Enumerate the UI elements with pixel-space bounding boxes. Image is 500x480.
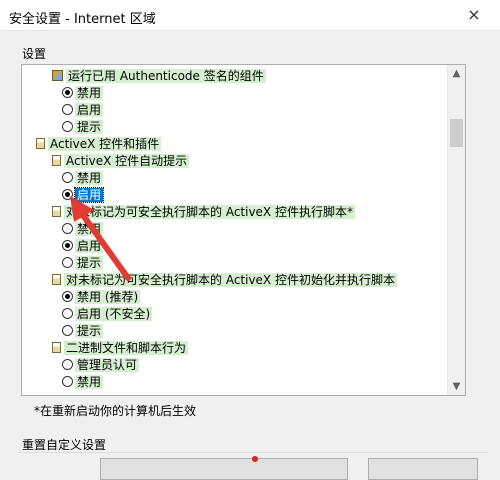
tree-item-label: 运行已用 Authenticode 签名的组件: [66, 69, 266, 83]
chevron-up-icon[interactable]: ▲: [448, 65, 465, 82]
setting-folder-icon: [36, 138, 45, 149]
tree-item-label: 提示: [75, 256, 104, 270]
tree-item-label: 启用: [73, 187, 105, 203]
tree-item-label: 提示: [75, 120, 104, 134]
radio-unchecked-icon[interactable]: [62, 376, 73, 387]
radio-option[interactable]: 禁用: [62, 221, 104, 238]
title-bar: 安全设置 - Internet 区域 ×: [0, 0, 500, 31]
tree-item-label: 对未标记为可安全执行脚本的 ActiveX 控件执行脚本*: [64, 205, 355, 219]
tree-item-label: 禁用: [75, 375, 104, 389]
radio-option[interactable]: 启用: [62, 102, 104, 119]
tree-item-label: 禁用: [75, 86, 104, 100]
tree-item-label: 禁用: [75, 222, 104, 236]
radio-option[interactable]: 管理员认可: [62, 357, 140, 374]
window-title: 安全设置 - Internet 区域: [9, 12, 156, 27]
tree-item-label: ActiveX 控件自动提示: [64, 154, 190, 168]
radio-unchecked-icon[interactable]: [62, 121, 73, 132]
radio-unchecked-icon[interactable]: [62, 359, 73, 370]
tree-item-label: 启用: [75, 239, 104, 253]
vertical-scrollbar[interactable]: ▲ ▼: [447, 65, 465, 395]
radio-option[interactable]: 禁用: [62, 85, 104, 102]
radio-option[interactable]: 提示: [62, 119, 104, 136]
settings-group-label: 设置: [22, 47, 47, 61]
radio-option[interactable]: 禁用: [62, 374, 104, 391]
setting-folder-icon: [52, 155, 61, 166]
setting-group[interactable]: 运行已用 Authenticode 签名的组件: [52, 68, 266, 85]
radio-checked-icon[interactable]: [62, 291, 73, 302]
setting-group[interactable]: 对未标记为可安全执行脚本的 ActiveX 控件执行脚本*: [52, 204, 355, 221]
tree-item-label: 启用 (不安全): [75, 307, 153, 321]
reset-button[interactable]: [368, 458, 478, 480]
setting-group[interactable]: ActiveX 控件和插件: [36, 136, 162, 153]
setting-folder-icon: [52, 274, 61, 285]
tree-item-label: 提示: [75, 324, 104, 338]
setting-group[interactable]: 对未标记为可安全执行脚本的 ActiveX 控件初始化并执行脚本: [52, 272, 397, 289]
radio-option[interactable]: 启用: [62, 238, 104, 255]
radio-option[interactable]: 禁用 (推荐): [62, 289, 141, 306]
radio-unchecked-icon[interactable]: [62, 172, 73, 183]
tree-item-label: 二进制文件和脚本行为: [64, 341, 189, 355]
radio-option[interactable]: 提示: [62, 255, 104, 272]
tree-item-label: ActiveX 控件和插件: [48, 137, 162, 151]
settings-tree[interactable]: 运行已用 Authenticode 签名的组件 禁用 启用 提示 ActiveX 控件和…: [21, 64, 466, 396]
setting-folder-icon: [52, 342, 61, 353]
radio-unchecked-icon[interactable]: [62, 104, 73, 115]
radio-option[interactable]: 禁用: [62, 170, 104, 187]
setting-group[interactable]: ActiveX 控件自动提示: [52, 153, 190, 170]
tree-item-label: 禁用: [75, 171, 104, 185]
radio-checked-icon[interactable]: [62, 240, 73, 251]
radio-checked-icon[interactable]: [62, 87, 73, 98]
scrollbar-thumb[interactable]: [450, 119, 463, 147]
radio-unchecked-icon[interactable]: [62, 325, 73, 336]
radio-checked-icon[interactable]: [62, 189, 73, 200]
certificate-icon: [52, 70, 63, 81]
tree-item-label: 禁用 (推荐): [75, 290, 141, 304]
group-divider: [18, 452, 488, 453]
close-button[interactable]: ×: [454, 0, 494, 30]
radio-unchecked-icon[interactable]: [62, 257, 73, 268]
setting-group[interactable]: 二进制文件和脚本行为: [52, 340, 189, 357]
chevron-down-icon[interactable]: ▼: [448, 378, 465, 395]
reset-group-label: 重置自定义设置: [22, 438, 107, 452]
reset-group: 重置自定义设置: [18, 433, 488, 480]
setting-folder-icon: [52, 206, 61, 217]
radio-unchecked-icon[interactable]: [62, 223, 73, 234]
tree-item-label: 启用: [75, 103, 104, 117]
tree-item-label: 对未标记为可安全执行脚本的 ActiveX 控件初始化并执行脚本: [64, 273, 397, 287]
radio-unchecked-icon[interactable]: [62, 308, 73, 319]
radio-option[interactable]: 启用: [62, 187, 105, 204]
restart-note: *在重新启动你的计算机后生效: [34, 404, 197, 418]
reset-dropdown[interactable]: [100, 458, 348, 480]
radio-option[interactable]: 提示: [62, 323, 104, 340]
tree-item-label: 管理员认可: [75, 358, 140, 372]
annotation-dot: [252, 456, 258, 462]
radio-option[interactable]: 启用 (不安全): [62, 306, 153, 323]
